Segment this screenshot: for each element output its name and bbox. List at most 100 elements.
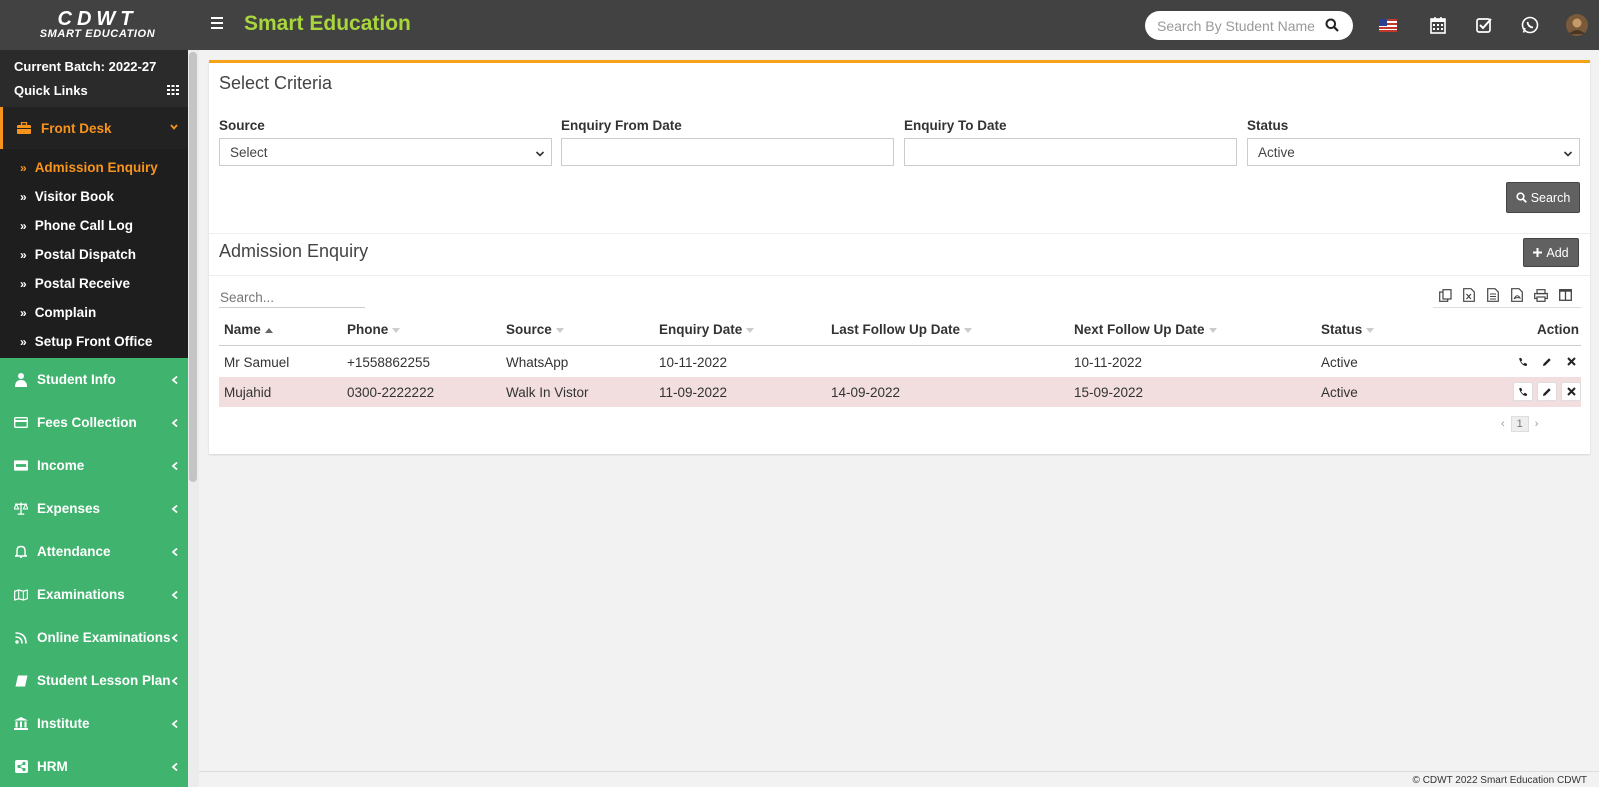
phone-icon[interactable]: [1513, 352, 1533, 371]
sidebar-item-label: Student Lesson Plan: [37, 673, 171, 688]
chevron-left-icon[interactable]: ‹: [1501, 418, 1505, 430]
column-source[interactable]: Source: [506, 322, 564, 337]
copy-icon[interactable]: [1433, 285, 1457, 305]
phone-icon[interactable]: [1513, 382, 1533, 401]
column-next-follow-up-date[interactable]: Next Follow Up Date: [1074, 322, 1217, 337]
credit-card-icon: [14, 417, 28, 428]
select-criteria-title: Select Criteria: [219, 73, 333, 93]
cell-next-follow-up: 15-09-2022: [1074, 385, 1144, 400]
search-button[interactable]: Search: [1506, 182, 1580, 213]
sidebar-item-label: Student Info: [37, 372, 116, 387]
column-action: Action: [1537, 322, 1579, 337]
submenu-admission-enquiry[interactable]: » Admission Enquiry: [0, 153, 199, 182]
table-export-toolbar: [1433, 285, 1577, 305]
edit-icon[interactable]: [1537, 352, 1557, 371]
sort-icon: [964, 327, 973, 333]
cell-source: Walk In Vistor: [506, 385, 589, 400]
print-icon[interactable]: [1529, 285, 1553, 305]
sidebar-item-student-info[interactable]: Student Info: [0, 358, 199, 401]
app-title: Smart Education: [244, 12, 411, 35]
page-footer: © CDWT 2022 Smart Education CDWT: [199, 771, 1599, 787]
submenu-phone-call-log[interactable]: » Phone Call Log: [0, 211, 199, 240]
sidebar-item-label: Online Examinations: [37, 630, 171, 645]
sort-icon: [1208, 327, 1217, 333]
balance-scale-icon: [14, 502, 28, 515]
sidebar-item-online-examinations[interactable]: Online Examinations: [0, 616, 199, 659]
app-logo[interactable]: CDWT SMART EDUCATION: [0, 0, 195, 50]
submenu-setup-front-office[interactable]: » Setup Front Office: [0, 327, 199, 356]
search-icon[interactable]: [1325, 18, 1339, 35]
student-search-input[interactable]: [1157, 17, 1322, 34]
column-phone[interactable]: Phone: [347, 322, 401, 337]
user-avatar[interactable]: [1565, 13, 1589, 37]
checklist-icon[interactable]: [1474, 15, 1494, 35]
sidebar-item-hrm[interactable]: HRM: [0, 745, 199, 787]
column-status[interactable]: Status: [1321, 322, 1375, 337]
chevron-down-icon: [169, 120, 179, 135]
copyright-text: © CDWT 2022 Smart Education CDWT: [1412, 775, 1587, 786]
submenu-visitor-book[interactable]: » Visitor Book: [0, 182, 199, 211]
table-search-input[interactable]: [219, 288, 365, 308]
top-header: CDWT SMART EDUCATION Smart Education: [0, 0, 1599, 50]
add-enquiry-button[interactable]: Add: [1523, 238, 1579, 267]
sidebar-item-fees-collection[interactable]: Fees Collection: [0, 401, 199, 444]
sidebar-item-label: Examinations: [37, 587, 125, 602]
submenu-complain[interactable]: » Complain: [0, 298, 199, 327]
sidebar-item-attendance[interactable]: Attendance: [0, 530, 199, 573]
map-icon: [14, 588, 28, 601]
enquiry-to-date-input[interactable]: [904, 138, 1237, 166]
cell-enquiry-date: 10-11-2022: [659, 355, 728, 370]
current-batch: Current Batch: 2022-27: [14, 59, 157, 74]
sidebar-item-income[interactable]: Income: [0, 444, 199, 487]
chevron-right-icon[interactable]: ›: [1535, 418, 1539, 430]
pdf-icon[interactable]: [1505, 285, 1529, 305]
enquiry-from-date-input[interactable]: [561, 138, 894, 166]
source-select[interactable]: Select: [219, 138, 552, 166]
grid-icon[interactable]: [167, 83, 179, 98]
sidebar-scrollbar-thumb[interactable]: [189, 52, 197, 482]
sort-icon: [392, 327, 401, 333]
chevron-left-icon: [171, 674, 179, 689]
excel-icon[interactable]: [1457, 285, 1481, 305]
column-name[interactable]: Name: [224, 322, 273, 337]
column-label: Source: [506, 322, 552, 337]
columns-icon[interactable]: [1553, 285, 1577, 305]
double-chevron-icon: »: [20, 276, 27, 291]
sidebar-item-examinations[interactable]: Examinations: [0, 573, 199, 616]
chevron-left-icon: [171, 502, 179, 517]
cell-name: Mr Samuel: [224, 355, 290, 370]
edit-icon[interactable]: [1537, 382, 1557, 401]
cell-enquiry-date: 11-09-2022: [659, 385, 728, 400]
submenu-postal-receive[interactable]: » Postal Receive: [0, 269, 199, 298]
sort-icon: [746, 327, 755, 333]
cell-phone: +1558862255: [347, 355, 430, 370]
submenu-label: Setup Front Office: [34, 334, 153, 349]
column-enquiry-date[interactable]: Enquiry Date: [659, 322, 755, 337]
user-tie-icon: [14, 372, 28, 387]
menu-toggle-icon[interactable]: [211, 17, 227, 33]
visa-card-icon: [14, 460, 28, 471]
bell-icon: [14, 545, 28, 558]
double-chevron-icon: »: [20, 160, 27, 175]
us-flag-icon[interactable]: [1378, 15, 1398, 35]
delete-icon[interactable]: [1561, 382, 1581, 401]
status-select[interactable]: Active: [1247, 138, 1580, 166]
sidebar-item-institute[interactable]: Institute: [0, 702, 199, 745]
sidebar-item-front-desk[interactable]: Front Desk: [0, 107, 199, 149]
sidebar-item-expenses[interactable]: Expenses: [0, 487, 199, 530]
cell-phone: 0300-2222222: [347, 385, 435, 400]
page-number[interactable]: 1: [1510, 416, 1529, 432]
chevron-left-icon: [171, 416, 179, 431]
csv-icon[interactable]: [1481, 285, 1505, 305]
whatsapp-icon[interactable]: [1520, 15, 1540, 35]
plus-icon: [1533, 248, 1543, 257]
delete-icon[interactable]: [1561, 352, 1581, 371]
pagination: ‹ 1 ›: [1501, 416, 1538, 432]
chevron-left-icon: [171, 631, 179, 646]
sidebar-item-student-lesson-plan[interactable]: Student Lesson Plan: [0, 659, 199, 702]
submenu-label: Complain: [34, 305, 97, 320]
submenu-postal-dispatch[interactable]: » Postal Dispatch: [0, 240, 199, 269]
calendar-icon[interactable]: [1428, 15, 1448, 35]
admission-enquiry-title: Admission Enquiry: [219, 241, 369, 261]
column-last-follow-up-date[interactable]: Last Follow Up Date: [831, 322, 973, 337]
